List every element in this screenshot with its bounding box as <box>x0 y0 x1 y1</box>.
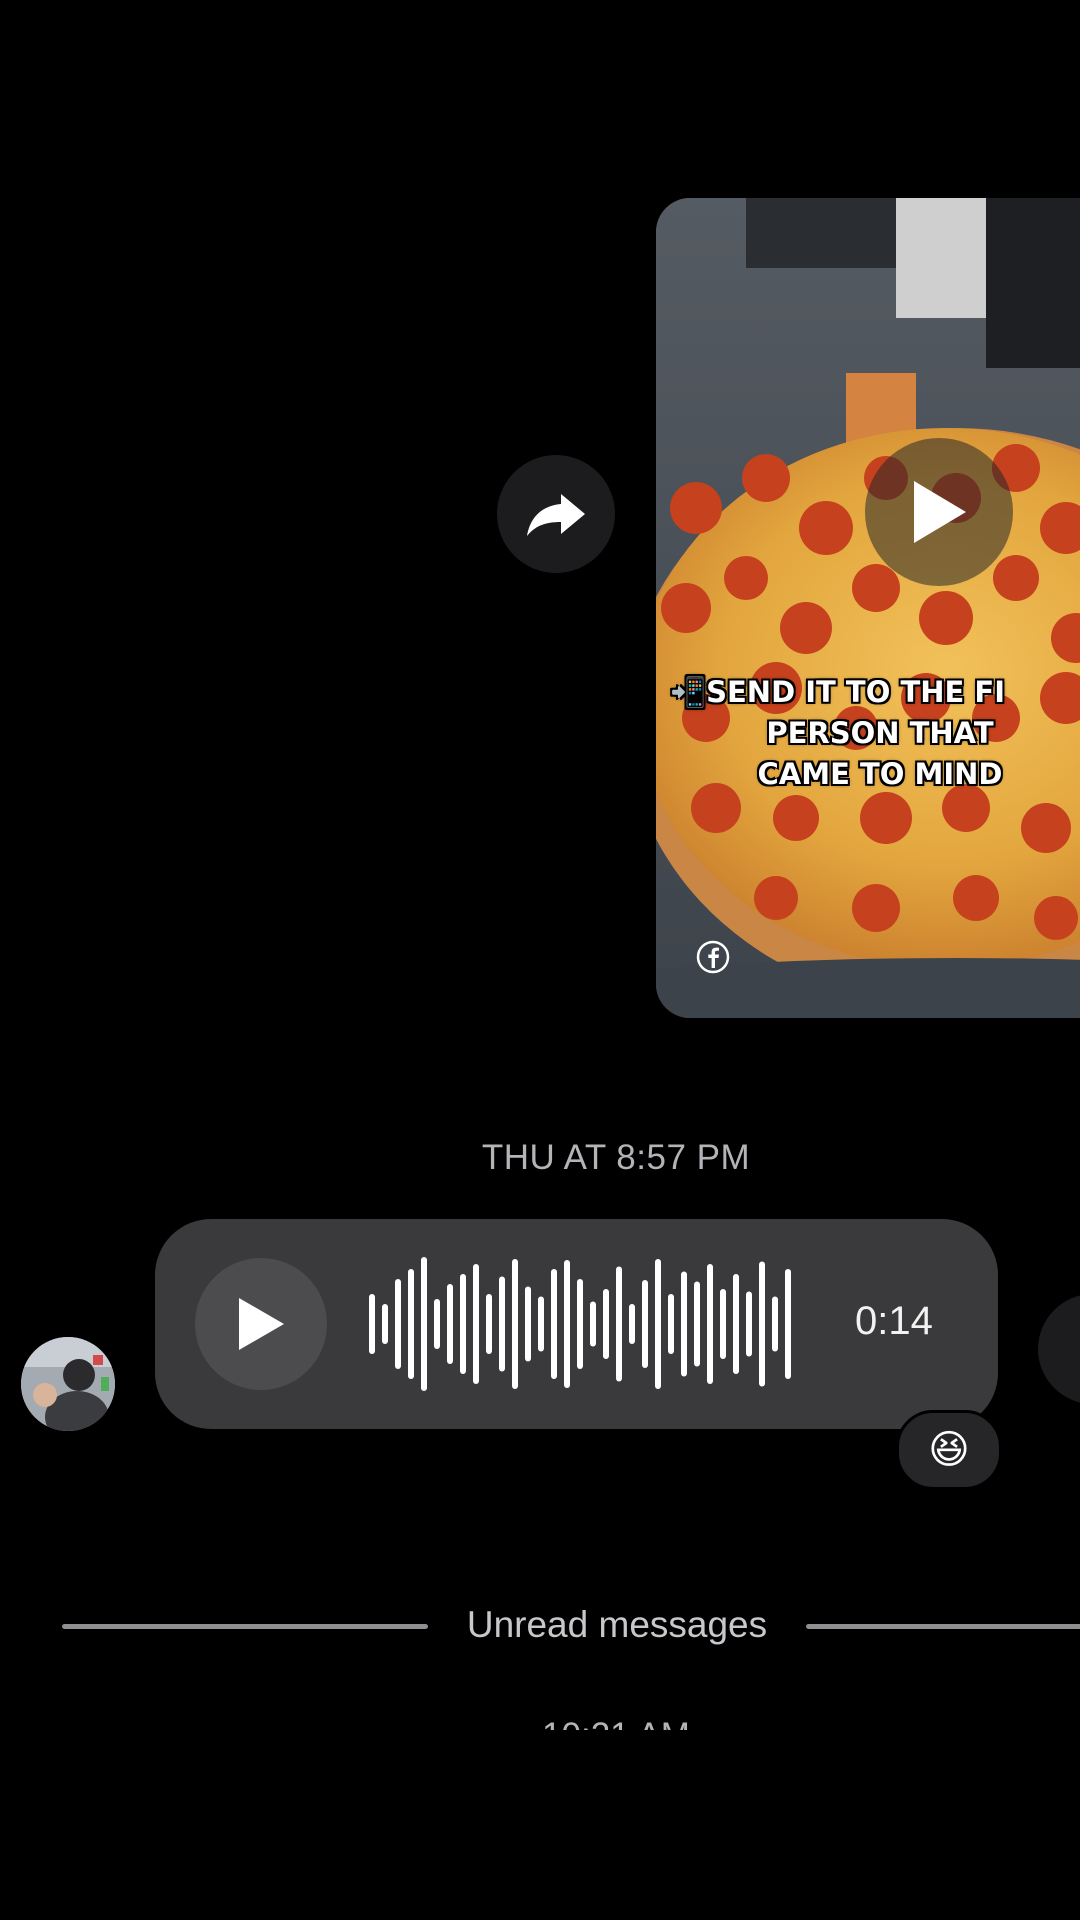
waveform-bar <box>707 1264 713 1384</box>
waveform-bar <box>473 1264 479 1384</box>
waveform-bar <box>681 1271 687 1377</box>
waveform-bar <box>603 1289 609 1359</box>
waveform-bar <box>694 1281 700 1367</box>
waveform-bar <box>369 1294 375 1354</box>
voice-play-button[interactable] <box>195 1258 327 1390</box>
waveform-bar <box>525 1286 531 1362</box>
waveform-bar <box>408 1269 414 1379</box>
share-arrow-icon <box>527 494 585 536</box>
waveform-bar <box>499 1276 505 1372</box>
waveform-bar <box>785 1269 791 1379</box>
unread-divider: Unread messages <box>0 1600 1080 1650</box>
caption-line-2: PERSON THAT <box>766 716 994 750</box>
waveform-bar <box>538 1296 544 1352</box>
play-icon <box>239 1298 284 1350</box>
chat-screen: 📲SEND IT TO THE FI PERSON THAT CAME TO M… <box>0 0 1080 1920</box>
caption-line-3: CAME TO MIND <box>757 757 1003 791</box>
waveform-bar <box>759 1261 765 1387</box>
waveform-bar <box>746 1291 752 1357</box>
divider-line-left <box>62 1624 428 1629</box>
next-timestamp: 10:21 AM <box>0 1712 1080 1730</box>
video-caption: 📲SEND IT TO THE FI PERSON THAT CAME TO M… <box>670 672 1080 795</box>
waveform-bar <box>577 1279 583 1369</box>
video-play-button[interactable] <box>865 438 1013 586</box>
waveform-bar <box>460 1274 466 1374</box>
avatar[interactable] <box>21 1337 115 1431</box>
waveform-bar <box>551 1269 557 1379</box>
caption-line-1: 📲SEND IT TO THE FI <box>670 675 1006 709</box>
shared-video-card[interactable]: 📲SEND IT TO THE FI PERSON THAT CAME TO M… <box>656 198 1080 1018</box>
next-timestamp-text: 10:21 AM <box>0 1712 1080 1730</box>
waveform-bar <box>434 1299 440 1349</box>
edge-action-button[interactable] <box>1038 1294 1080 1404</box>
waveform-bar <box>668 1294 674 1354</box>
facebook-icon <box>696 940 730 974</box>
waveform-bar <box>629 1304 635 1344</box>
waveform-bar <box>772 1296 778 1352</box>
waveform-bar <box>564 1260 570 1388</box>
unread-label: Unread messages <box>466 1604 768 1645</box>
waveform-bar <box>642 1280 648 1368</box>
avatar-photo <box>21 1337 115 1431</box>
voice-message-bubble[interactable]: 0:14 <box>155 1219 998 1429</box>
waveform-bar <box>720 1289 726 1359</box>
message-timestamp: THU AT 8:57 PM <box>481 1138 751 1177</box>
waveform-bar <box>733 1274 739 1374</box>
waveform-bar <box>655 1259 661 1389</box>
voice-duration: 0:14 <box>855 1299 933 1343</box>
waveform-bar <box>512 1259 518 1389</box>
waveform-bar <box>421 1257 427 1391</box>
waveform-bar <box>616 1266 622 1382</box>
waveform-bar <box>382 1304 388 1344</box>
waveform-bar <box>395 1279 401 1369</box>
play-icon <box>914 481 966 543</box>
waveform-bar <box>590 1301 596 1347</box>
video-thumbnail <box>656 198 1080 1018</box>
message-reaction[interactable]: 😆 <box>896 1410 1002 1490</box>
waveform-bar <box>447 1284 453 1364</box>
audio-waveform <box>369 1257 791 1391</box>
forward-button[interactable] <box>497 455 615 573</box>
waveform-bar <box>486 1294 492 1354</box>
divider-line-right <box>806 1624 1080 1629</box>
